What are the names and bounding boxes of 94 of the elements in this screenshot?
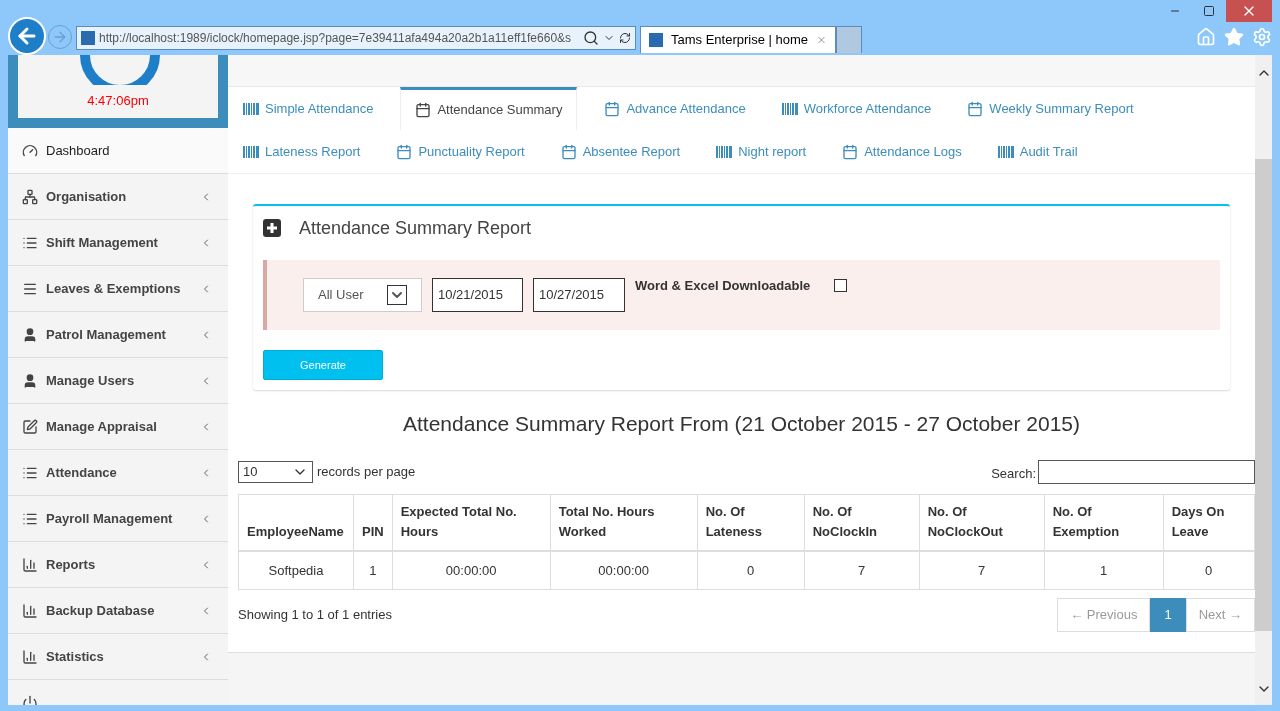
page-button[interactable]: 1 (1150, 597, 1186, 632)
to-date-field[interactable]: 10/27/2015 (533, 278, 625, 312)
table-cell: 0 (697, 551, 805, 589)
sidebar-item[interactable]: Dashboard (8, 128, 228, 174)
clock-time: 4:47:06pm (87, 91, 149, 110)
column-header: No. Of NoClockIn (804, 494, 920, 551)
table-cell: 0 (1163, 551, 1255, 589)
expand-icon[interactable] (263, 219, 281, 237)
calendar-icon (604, 100, 621, 117)
report-tab[interactable]: Absentee Report (551, 130, 690, 173)
page-size-select[interactable]: 10 (238, 460, 313, 483)
downloadable-label: Word & Excel Downloadable (635, 277, 811, 295)
report-tab[interactable]: Attendance Summary (400, 87, 578, 130)
sidebar-label: Attendance (46, 463, 118, 482)
table-cell: 00:00:00 (392, 551, 551, 589)
table-cell: Softpedia (238, 551, 354, 589)
refresh-icon[interactable] (619, 32, 631, 44)
search-field[interactable] (1038, 459, 1255, 484)
scrollbar-thumb[interactable] (1255, 159, 1272, 631)
form-title: Attendance Summary Report (299, 216, 532, 240)
table-cell: 00:00:00 (550, 551, 698, 589)
sidebar-label: Manage Users (46, 371, 136, 390)
site-favicon-icon (81, 31, 95, 45)
report-tab[interactable]: Workforce Attendance (772, 87, 941, 130)
column-header: No. Of Exemption (1044, 494, 1164, 551)
column-header: EmployeeName (238, 494, 354, 551)
report-heading: Attendance Summary Report From (21 October 2015 - 27 October 2015) (402, 411, 1081, 437)
sidebar-label: Manage Appraisal (46, 417, 158, 436)
bar-chart-icon (22, 648, 38, 665)
search-icon[interactable] (583, 30, 599, 46)
barcode-icon (243, 102, 259, 115)
calendar-icon (396, 143, 413, 160)
gauge-icon (22, 142, 38, 159)
edit-icon (22, 418, 38, 435)
sidebar-label: Shift Management (46, 233, 159, 252)
column-header: No. Of Lateness (697, 494, 805, 551)
sidebar-label: Leaves & Exemptions (46, 279, 182, 298)
column-header: Expected Total No. Hours (392, 494, 551, 551)
sidebar-label: Payroll Management (46, 509, 174, 528)
new-tab-button[interactable] (836, 26, 862, 53)
user-icon (22, 372, 38, 389)
sitemap-icon (22, 188, 38, 205)
report-tab[interactable]: Night report (707, 130, 816, 173)
address-text: http://localhost:1989/iclock/homepage.jsp?page=7e39411afa494a20a2b1a11eff1fe660&s (99, 30, 573, 47)
back-button[interactable] (8, 17, 46, 55)
report-tab[interactable]: Punctuality Report (387, 130, 534, 173)
calendar-icon (415, 102, 432, 118)
sidebar-label: Reports (46, 555, 97, 574)
report-tab[interactable]: Advance Attendance (595, 87, 755, 130)
user-select[interactable]: All User (303, 278, 422, 312)
tab-title: Tams Enterprise | home (671, 31, 809, 50)
report-tab[interactable]: Lateness Report (234, 130, 370, 173)
home-icon[interactable] (1196, 27, 1216, 47)
sidebar-label: Patrol Management (46, 325, 167, 344)
calendar-icon (842, 143, 859, 160)
table-cell: 7 (919, 551, 1045, 589)
maximize-icon (1203, 5, 1215, 17)
bar-chart-icon (22, 556, 38, 573)
column-header: Total No. Hours Worked (550, 494, 698, 551)
entries-info: Showing 1 to 1 of 1 entries (238, 605, 392, 624)
bar-chart-icon (22, 602, 38, 619)
user-icon (22, 326, 38, 343)
sidebar-label: Backup Database (46, 601, 156, 620)
report-tab[interactable]: Audit Trail (988, 130, 1087, 173)
column-header: PIN (353, 494, 393, 551)
star-icon[interactable] (1224, 27, 1244, 47)
barcode-icon (243, 145, 259, 158)
page-size-label: records per page (317, 462, 416, 481)
report-tab[interactable]: Simple Attendance (234, 87, 383, 130)
column-header: No. Of NoClockOut (919, 494, 1045, 551)
sidebar-label: Dashboard (46, 141, 111, 160)
from-date-field[interactable]: 10/21/2015 (432, 278, 523, 312)
site-favicon-icon (649, 33, 663, 47)
barcode-icon (997, 145, 1014, 158)
calendar-icon (967, 100, 984, 117)
sidebar-label: Organisation (46, 187, 128, 206)
browser-tab[interactable]: Tams Enterprise | home (640, 26, 836, 53)
sidebar-label: Statistics (46, 647, 105, 666)
address-bar[interactable]: http://localhost:1989/iclock/homepage.jsp?page=7e39411afa494a20a2b1a11eff1fe660&s (76, 26, 636, 50)
forward-arrow-icon (52, 29, 68, 45)
calendar-icon (560, 143, 577, 160)
dropdown-caret-icon (387, 285, 407, 305)
search-label: Search: (991, 464, 1036, 483)
close-tab-icon[interactable] (816, 34, 827, 46)
barcode-icon (716, 145, 733, 158)
report-tab[interactable]: Attendance Logs (833, 130, 971, 173)
report-tab[interactable]: Weekly Summary Report (958, 87, 1143, 130)
table-cell: 7 (804, 551, 920, 589)
table-cell: 1 (1044, 551, 1164, 589)
barcode-icon (781, 102, 798, 115)
settings-icon[interactable] (1252, 27, 1272, 47)
downloadable-checkbox[interactable] (834, 279, 848, 292)
scrollbar[interactable] (1255, 55, 1272, 705)
table-cell: 1 (353, 551, 393, 589)
